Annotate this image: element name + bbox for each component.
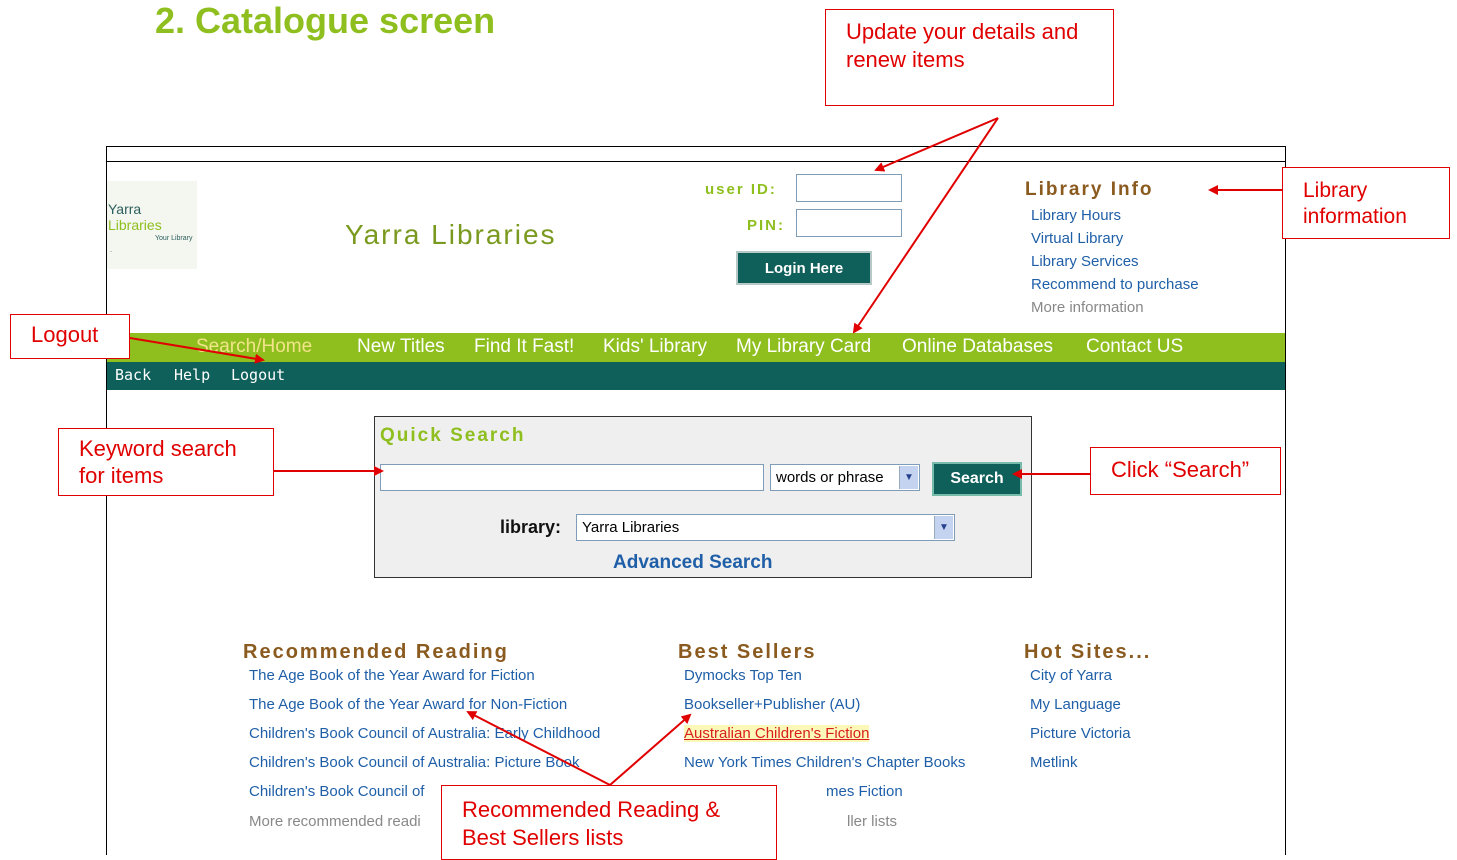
arrow-to-logout bbox=[129, 337, 265, 364]
arrow-to-my-library-card bbox=[852, 117, 999, 334]
arrow-to-best-sellers bbox=[609, 713, 692, 786]
arrow-to-recommended bbox=[466, 711, 611, 786]
annotation-arrows bbox=[129, 117, 1282, 786]
